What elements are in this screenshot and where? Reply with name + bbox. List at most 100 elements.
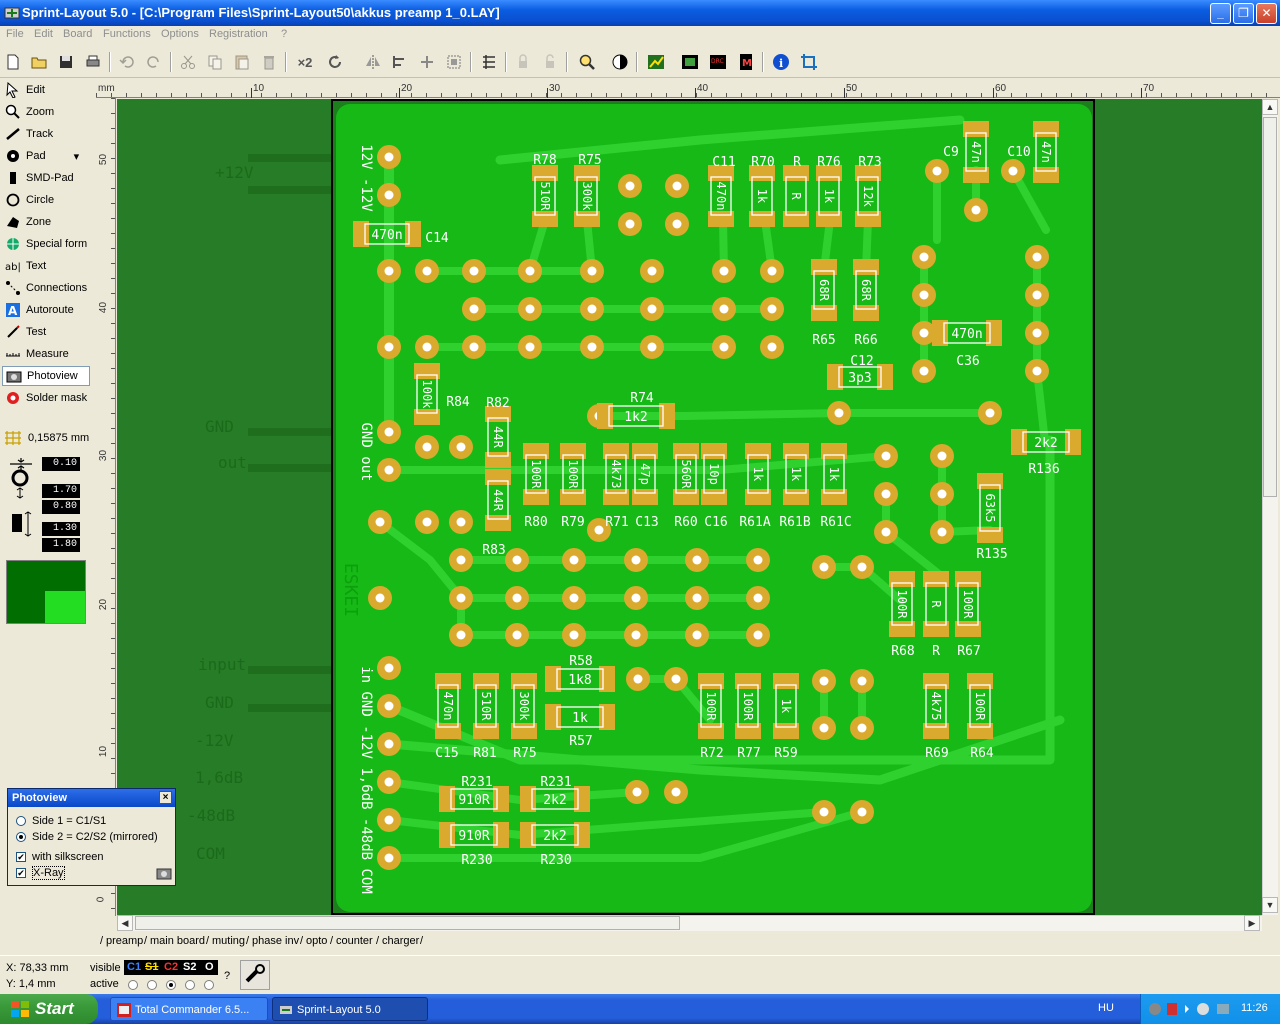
smd-width-field[interactable]: 1.30	[42, 522, 80, 536]
horizontal-scroll-thumb[interactable]	[135, 916, 680, 930]
restore-button[interactable]: ❐	[1233, 3, 1254, 24]
scroll-up-button[interactable]: ▲	[1262, 99, 1278, 115]
tool-solder-mask[interactable]: Solder mask	[2, 388, 90, 408]
side1-radio[interactable]	[16, 816, 26, 826]
autoroute-button[interactable]	[645, 51, 667, 73]
tool-measure[interactable]: Measure	[2, 344, 90, 364]
layer-s1[interactable]: S1	[145, 961, 158, 973]
grid-size[interactable]: 0,15875 mm	[4, 428, 92, 448]
delete-button[interactable]	[258, 51, 280, 73]
layer-visibility[interactable]: C1 S1 C2 S2 O	[124, 960, 218, 975]
layer-color-preview[interactable]	[6, 560, 86, 624]
vertical-scroll-thumb[interactable]	[1263, 117, 1277, 497]
tool-connections[interactable]: Connections	[2, 278, 90, 298]
tool-special-form[interactable]: Special form	[2, 234, 90, 254]
silkscreen-option[interactable]: ✔ with silkscreen	[16, 850, 104, 864]
save-button[interactable]	[55, 51, 77, 73]
new-file-button[interactable]	[2, 51, 24, 73]
undo-button[interactable]	[116, 51, 138, 73]
layer-c1[interactable]: C1	[127, 961, 141, 973]
pcb-canvas[interactable]: +12V GND out input GND -12V 1,6dB -48dB COM 510R R…	[117, 99, 1262, 915]
duplicate-x2-button[interactable]: ×2	[294, 51, 316, 73]
menu-functions[interactable]: Functions	[103, 28, 151, 40]
menu-registration[interactable]: Registration	[209, 28, 268, 40]
tab-counter[interactable]: counter	[336, 935, 373, 947]
tool-edit[interactable]: Edit	[2, 80, 90, 100]
rotate-button[interactable]	[324, 51, 346, 73]
tab-phase-inv[interactable]: phase inv	[252, 935, 299, 947]
group-button[interactable]	[443, 51, 465, 73]
active-radio-c2[interactable]	[166, 980, 176, 990]
tab-charger[interactable]: charger	[382, 935, 419, 947]
print-button[interactable]	[82, 51, 104, 73]
pad-inner-field[interactable]: 0.80	[42, 500, 80, 514]
lock-button[interactable]	[512, 51, 534, 73]
tool-text[interactable]: ab| Text	[2, 256, 90, 276]
tool-button[interactable]	[240, 960, 270, 990]
tray-icons[interactable]	[1147, 1001, 1233, 1017]
menu-file[interactable]: File	[6, 28, 24, 40]
align-button[interactable]	[389, 51, 411, 73]
start-button[interactable]: Start	[0, 994, 98, 1024]
minimize-button[interactable]: _	[1210, 3, 1231, 24]
language-indicator[interactable]: HU	[1098, 1002, 1114, 1014]
horizontal-scrollbar[interactable]: ◀ ▶	[117, 915, 1262, 931]
unlock-button[interactable]	[539, 51, 561, 73]
layer-c2[interactable]: C2	[164, 961, 178, 973]
tool-test[interactable]: Test	[2, 322, 90, 342]
snap-button[interactable]	[416, 51, 438, 73]
tool-pad[interactable]: Pad ▾	[2, 146, 90, 166]
track-width-field[interactable]: 0.10	[42, 457, 80, 471]
paste-button[interactable]	[231, 51, 253, 73]
silkscreen-checkbox[interactable]: ✔	[16, 852, 26, 862]
pad-dropdown-icon[interactable]: ▾	[74, 150, 80, 163]
tab-preamp[interactable]: preamp	[106, 935, 143, 947]
xray-option[interactable]: ✔ X-Ray	[16, 866, 65, 880]
zoom-tool-button[interactable]	[576, 51, 598, 73]
tool-smd-pad[interactable]: SMD-Pad	[2, 168, 90, 188]
menu-edit[interactable]: Edit	[34, 28, 53, 40]
camera-icon[interactable]	[156, 866, 172, 880]
open-button[interactable]	[28, 51, 50, 73]
vertical-scrollbar[interactable]: ▲ ▼	[1262, 99, 1278, 915]
taskbar-sprint-layout[interactable]: Sprint-Layout 5.0	[272, 997, 428, 1021]
smd-height-field[interactable]: 1.80	[42, 538, 80, 552]
scroll-left-button[interactable]: ◀	[117, 915, 133, 931]
tab-main-board[interactable]: main board	[150, 935, 205, 947]
side1-option[interactable]: Side 1 = C1/S1	[16, 814, 106, 828]
active-radio-c1[interactable]	[128, 980, 138, 990]
contrast-button[interactable]	[609, 51, 631, 73]
redo-button[interactable]	[143, 51, 165, 73]
tab-muting[interactable]: muting	[212, 935, 245, 947]
menu-board[interactable]: Board	[63, 28, 92, 40]
active-radio-s1[interactable]	[147, 980, 157, 990]
menu-help[interactable]: ?	[281, 28, 287, 40]
menu-options[interactable]: Options	[161, 28, 199, 40]
active-radio-s2[interactable]	[185, 980, 195, 990]
layer-s2[interactable]: S2	[183, 961, 196, 973]
tab-opto[interactable]: opto	[306, 935, 327, 947]
app-icon[interactable]	[4, 5, 20, 21]
pcb-layout[interactable]: +12V GND out input GND -12V 1,6dB -48dB COM 510R R…	[117, 99, 1262, 915]
macro-button[interactable]: M	[735, 51, 757, 73]
taskbar-total-commander[interactable]: Total Commander 6.5...	[110, 997, 268, 1021]
mirror-button[interactable]	[362, 51, 384, 73]
component-button[interactable]	[679, 51, 701, 73]
scroll-down-button[interactable]: ▼	[1262, 897, 1278, 913]
tool-zoom[interactable]: Zoom	[2, 102, 90, 122]
side2-radio[interactable]	[16, 832, 26, 842]
drc-button[interactable]: DRC	[707, 51, 729, 73]
pad-outer-field[interactable]: 1.70	[42, 484, 80, 498]
tool-circle[interactable]: Circle	[2, 190, 90, 210]
layer-help[interactable]: ?	[224, 970, 230, 982]
properties-button[interactable]	[478, 51, 500, 73]
tool-autoroute[interactable]: A Autoroute	[2, 300, 90, 320]
copy-button[interactable]	[204, 51, 226, 73]
active-radio-o[interactable]	[204, 980, 214, 990]
tool-photoview[interactable]: Photoview	[2, 366, 90, 386]
layer-o[interactable]: O	[205, 961, 214, 973]
xray-checkbox[interactable]: ✔	[16, 868, 26, 878]
crop-button[interactable]	[798, 51, 820, 73]
photoview-close-button[interactable]: ×	[159, 791, 172, 804]
scroll-right-button[interactable]: ▶	[1244, 915, 1260, 931]
